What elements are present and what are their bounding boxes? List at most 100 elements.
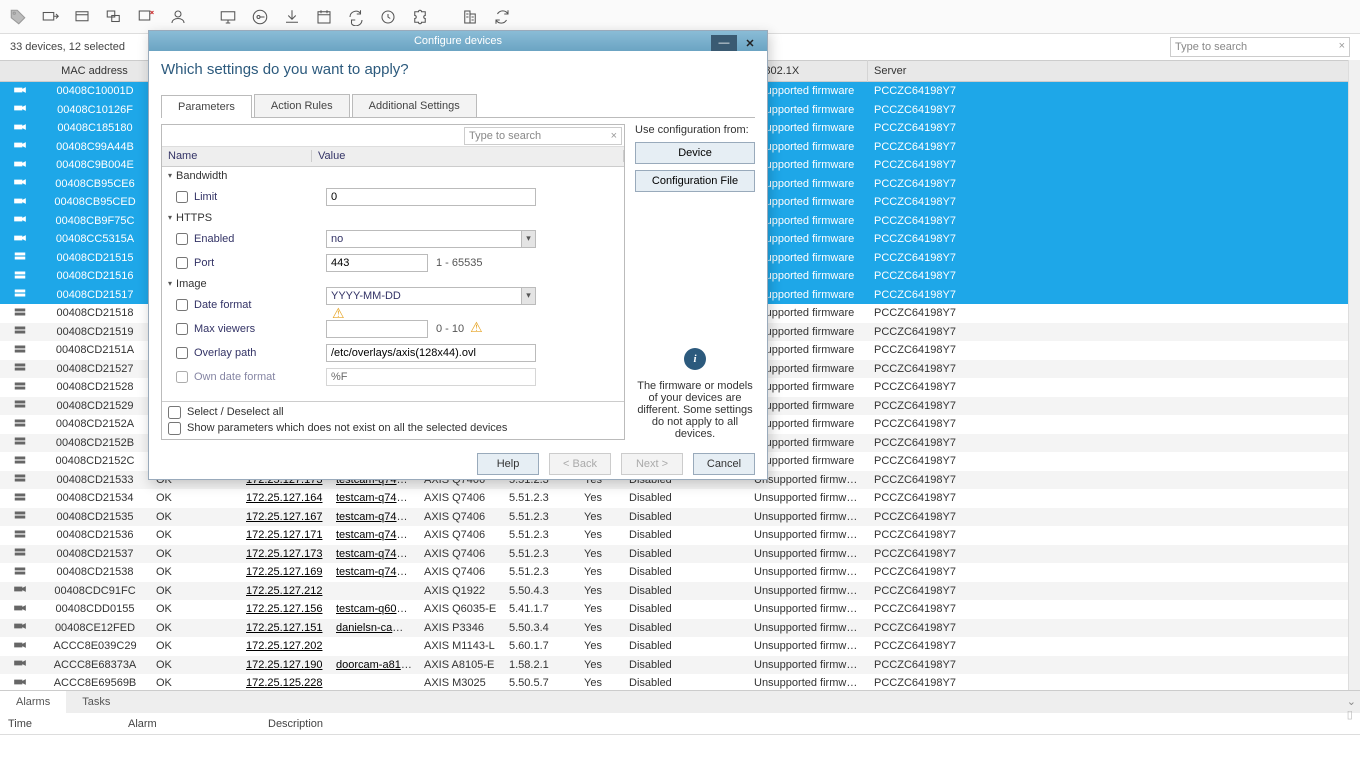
download-icon[interactable] xyxy=(282,7,302,27)
window-icon[interactable] xyxy=(72,7,92,27)
table-row[interactable]: ACCC8E68373AOK172.25.127.190doorcam-a810… xyxy=(0,656,1360,675)
tab-alarms[interactable]: Alarms xyxy=(0,691,66,713)
date-format-checkbox[interactable] xyxy=(176,299,188,311)
detach-icon[interactable]: ▯ xyxy=(1347,709,1353,721)
cell-address[interactable]: 172.25.127.212 xyxy=(240,585,330,597)
group-https[interactable]: ▾HTTPS xyxy=(162,209,624,227)
cell-address[interactable]: 172.25.127.202 xyxy=(240,640,330,652)
table-row[interactable]: 00408CD21534OK172.25.127.164testcam-q740… xyxy=(0,489,1360,508)
cell-hostname[interactable]: testcam-q7406... xyxy=(330,566,418,578)
cell-address[interactable]: 172.25.127.169 xyxy=(240,566,330,578)
key-round-icon[interactable] xyxy=(250,7,270,27)
encoder-icon xyxy=(0,417,40,432)
cell-address[interactable]: 172.25.127.164 xyxy=(240,492,330,504)
cell-nfs: Disabled xyxy=(623,659,748,671)
device-button[interactable]: Device xyxy=(635,142,755,164)
col-alarm[interactable]: Alarm xyxy=(128,718,208,730)
cancel-button[interactable]: Cancel xyxy=(693,453,755,475)
table-row[interactable]: 00408CDD0155OK172.25.127.156testcam-q603… xyxy=(0,600,1360,619)
param-search-input[interactable]: Type to search × xyxy=(464,127,622,145)
sync-icon[interactable] xyxy=(492,7,512,27)
select-all-checkbox[interactable]: Select / Deselect all xyxy=(168,406,618,419)
back-button[interactable]: < Back xyxy=(549,453,611,475)
cell-hostname[interactable]: danielsn-cam3... xyxy=(330,622,418,634)
minimize-button[interactable]: — xyxy=(711,35,737,51)
cell-address[interactable]: 172.25.127.190 xyxy=(240,659,330,671)
cell-model: AXIS Q7406 xyxy=(418,492,503,504)
max-viewers-input[interactable] xyxy=(326,320,428,338)
next-button[interactable]: Next > xyxy=(621,453,683,475)
table-row[interactable]: 00408CE12FEDOK172.25.127.151danielsn-cam… xyxy=(0,619,1360,638)
cell-nfs: Disabled xyxy=(623,622,748,634)
limit-checkbox[interactable] xyxy=(176,191,188,203)
help-button[interactable]: Help xyxy=(477,453,539,475)
table-row[interactable]: 00408CD21537OK172.25.127.173testcam-q740… xyxy=(0,545,1360,564)
cell-address[interactable]: 172.25.125.228 xyxy=(240,677,330,689)
col-time[interactable]: Time xyxy=(8,718,68,730)
date-format-select[interactable]: YYYY-MM-DD▾ xyxy=(326,287,536,305)
col-mac[interactable]: MAC address xyxy=(40,60,150,82)
arrange-icon[interactable] xyxy=(104,7,124,27)
cell-hostname[interactable]: testcam-q7406... xyxy=(330,492,418,504)
cell-hostname[interactable]: testcam-q7406... xyxy=(330,511,418,523)
user-icon[interactable] xyxy=(168,7,188,27)
table-row[interactable]: ACCC8E69569BOK172.25.125.228AXIS M30255.… xyxy=(0,674,1360,690)
parameter-list[interactable]: ▾Bandwidth Limit ▾HTTPS Enabled no▾ Port… xyxy=(162,167,624,401)
scrollbar[interactable] xyxy=(1348,60,1360,690)
cell-hostname[interactable]: testcam-q6035... xyxy=(330,603,418,615)
building-icon[interactable] xyxy=(460,7,480,27)
https-port-input[interactable] xyxy=(326,254,428,272)
table-row[interactable]: 00408CD21535OK172.25.127.167testcam-q740… xyxy=(0,508,1360,527)
calendar-icon[interactable] xyxy=(314,7,334,27)
monitor-icon[interactable] xyxy=(218,7,238,27)
dialog-titlebar[interactable]: Configure devices — ✕ xyxy=(149,31,767,51)
clock-icon[interactable] xyxy=(378,7,398,27)
collapse-icon[interactable]: ⌄ xyxy=(1347,696,1356,708)
table-row[interactable]: ACCC8E039C29OK172.25.127.202AXIS M1143-L… xyxy=(0,637,1360,656)
cell-hostname[interactable]: testcam-q7406... xyxy=(330,529,418,541)
https-enabled-select[interactable]: no▾ xyxy=(326,230,536,248)
group-bandwidth[interactable]: ▾Bandwidth xyxy=(162,167,624,185)
overlay-path-checkbox[interactable] xyxy=(176,347,188,359)
max-viewers-checkbox[interactable] xyxy=(176,323,188,335)
https-enabled-checkbox[interactable] xyxy=(176,233,188,245)
cell-address[interactable]: 172.25.127.167 xyxy=(240,511,330,523)
table-row[interactable]: 00408CD21536OK172.25.127.171testcam-q740… xyxy=(0,526,1360,545)
own-date-format-input[interactable] xyxy=(326,368,536,386)
tab-tasks[interactable]: Tasks xyxy=(66,691,126,713)
param-col-value[interactable]: Value xyxy=(312,150,624,162)
refresh-icon[interactable] xyxy=(346,7,366,27)
tab-action-rules[interactable]: Action Rules xyxy=(254,94,350,117)
cell-hostname[interactable]: doorcam-a810... xyxy=(330,659,418,671)
param-col-name[interactable]: Name xyxy=(162,150,312,162)
main-search-input[interactable]: Type to search × xyxy=(1170,37,1350,57)
cell-address[interactable]: 172.25.127.151 xyxy=(240,622,330,634)
tab-parameters[interactable]: Parameters xyxy=(161,95,252,118)
cancel-x-icon[interactable] xyxy=(136,7,156,27)
chevron-down-icon[interactable]: ▾ xyxy=(521,231,535,247)
table-row[interactable]: 00408CDC91FCOK172.25.127.212AXIS Q19225.… xyxy=(0,582,1360,601)
encoder-icon xyxy=(0,398,40,413)
cell-address[interactable]: 172.25.127.156 xyxy=(240,603,330,615)
assign-ip-icon[interactable] xyxy=(40,7,60,27)
table-row[interactable]: 00408CD21538OK172.25.127.169testcam-q740… xyxy=(0,563,1360,582)
cell-address[interactable]: 172.25.127.173 xyxy=(240,548,330,560)
limit-input[interactable] xyxy=(326,188,536,206)
cell-hostname[interactable]: testcam-q7406... xyxy=(330,548,418,560)
config-file-button[interactable]: Configuration File xyxy=(635,170,755,192)
col-server[interactable]: Server xyxy=(868,60,1360,82)
cell-model: AXIS Q7406 xyxy=(418,548,503,560)
col-desc[interactable]: Description xyxy=(268,718,1352,730)
tab-additional[interactable]: Additional Settings xyxy=(352,94,477,117)
cell-address[interactable]: 172.25.127.171 xyxy=(240,529,330,541)
https-port-checkbox[interactable] xyxy=(176,257,188,269)
clear-icon[interactable]: × xyxy=(1339,40,1345,52)
own-date-format-checkbox[interactable] xyxy=(176,371,188,383)
puzzle-icon[interactable] xyxy=(410,7,430,27)
overlay-path-input[interactable] xyxy=(326,344,536,362)
show-missing-checkbox[interactable]: Show parameters which does not exist on … xyxy=(168,422,618,435)
chevron-down-icon[interactable]: ▾ xyxy=(521,288,535,304)
tag-icon[interactable] xyxy=(8,7,28,27)
clear-icon[interactable]: × xyxy=(611,130,617,142)
close-button[interactable]: ✕ xyxy=(737,35,763,51)
